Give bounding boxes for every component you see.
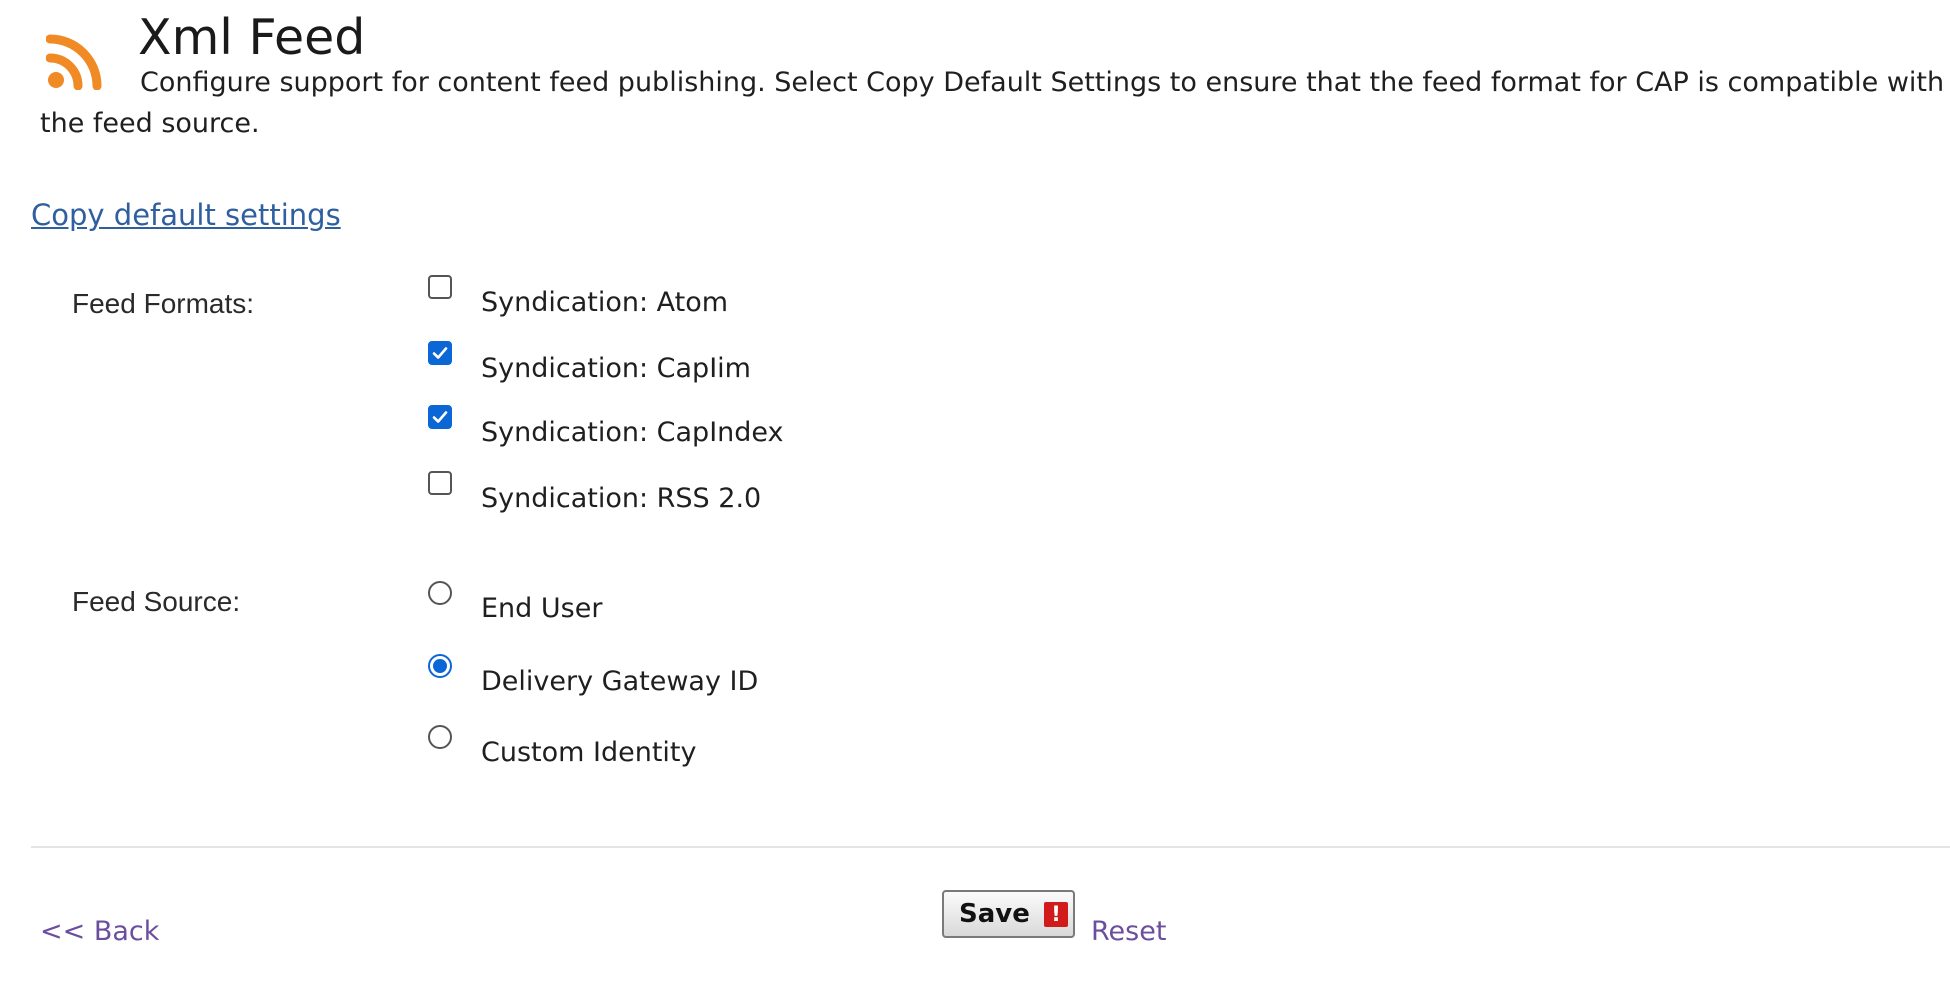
feed-format-checkbox-capindex[interactable] (428, 405, 452, 429)
feed-source-label-delivery-gateway-id: Delivery Gateway ID (481, 666, 759, 697)
feed-source-radio-custom-identity[interactable] (428, 725, 452, 749)
feed-source-label-custom-identity: Custom Identity (481, 737, 697, 768)
feed-source-radio-delivery-gateway-id[interactable] (428, 654, 452, 678)
alert-icon-glyph: ! (1051, 902, 1061, 926)
copy-default-settings-link[interactable]: Copy default settings (31, 195, 341, 235)
feed-source-radio-end-user[interactable] (428, 581, 452, 605)
alert-icon: ! (1044, 902, 1068, 927)
page-description: Configure support for content feed publi… (40, 67, 1945, 139)
page-title: Xml Feed (138, 9, 366, 66)
save-button[interactable]: Save ! (942, 890, 1075, 938)
reset-link[interactable]: Reset (1091, 914, 1166, 950)
feed-format-label-atom: Syndication: Atom (481, 287, 729, 318)
feed-format-checkbox-rss[interactable] (428, 471, 452, 495)
feed-source-label-end-user: End User (481, 593, 603, 624)
feed-format-label-rss: Syndication: RSS 2.0 (481, 483, 762, 514)
back-link[interactable]: << Back (40, 914, 159, 950)
radio-selected-dot (433, 659, 447, 673)
footer-divider (31, 846, 1950, 848)
feed-format-checkbox-atom[interactable] (428, 275, 452, 299)
save-button-label: Save (959, 899, 1030, 929)
feed-format-checkbox-capiim[interactable] (428, 341, 452, 365)
feed-formats-label: Feed Formats: (72, 288, 255, 319)
feed-source-label: Feed Source: (72, 586, 241, 617)
feed-format-label-capiim: Syndication: CapIim (481, 353, 751, 384)
feed-format-label-capindex: Syndication: CapIndex (481, 417, 784, 448)
